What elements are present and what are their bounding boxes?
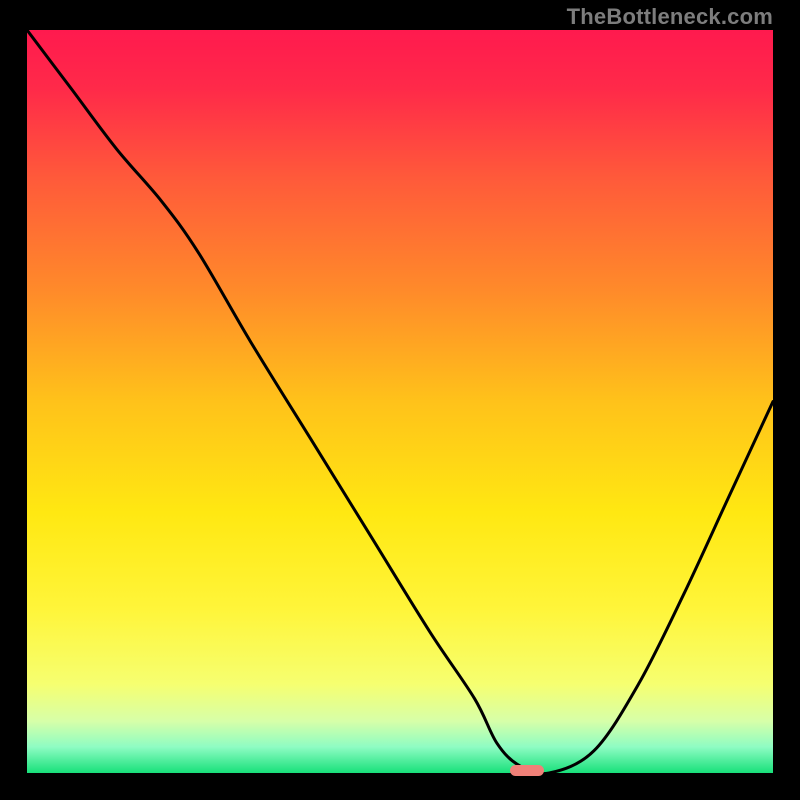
optimal-marker <box>510 765 544 776</box>
watermark-text: TheBottleneck.com <box>567 4 773 30</box>
plot-area <box>27 30 773 773</box>
bottleneck-curve <box>27 30 773 773</box>
chart-frame: TheBottleneck.com <box>0 0 800 800</box>
